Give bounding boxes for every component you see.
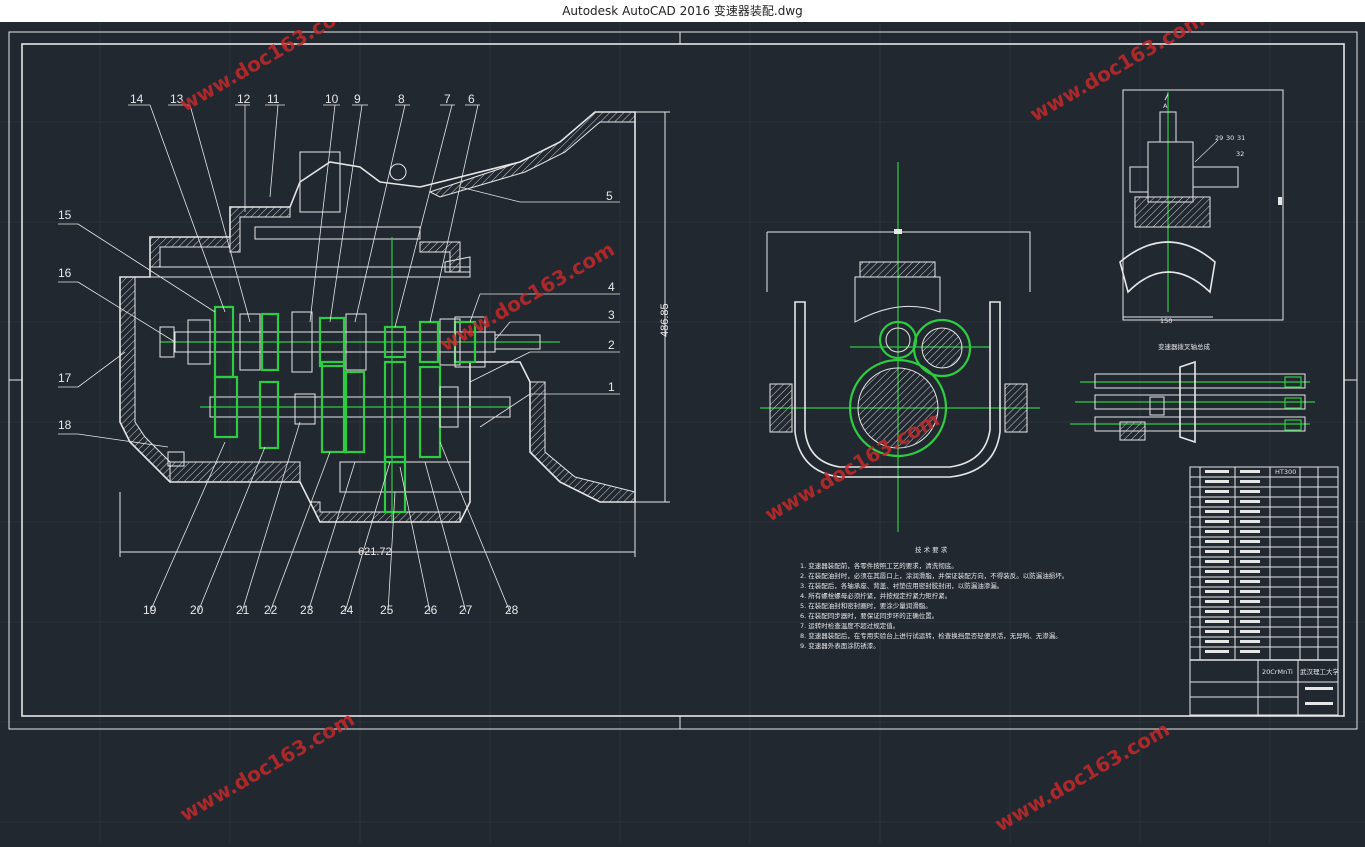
material-label: 20CrMnTi bbox=[1262, 668, 1293, 676]
part-number: 18 bbox=[58, 418, 72, 432]
part-number: 23 bbox=[300, 603, 314, 617]
fork-part-number: 32 bbox=[1236, 150, 1244, 158]
view-mark: A bbox=[1163, 102, 1168, 110]
tech-req-line: 4. 所有螺栓螺母必须拧紧，并按规定拧紧力矩拧紧。 bbox=[800, 591, 951, 600]
part-number: 24 bbox=[340, 603, 354, 617]
drawing-canvas[interactable]: 621.72 486.85 14 13 12 11 10 9 8 7 6 5 4… bbox=[0, 0, 1365, 843]
part-number: 9 bbox=[354, 92, 361, 106]
part-number: 10 bbox=[325, 92, 339, 106]
part-number: 26 bbox=[424, 603, 438, 617]
part-leaders bbox=[58, 104, 620, 613]
part-number: 1 bbox=[608, 380, 615, 394]
part-number: 6 bbox=[468, 92, 475, 106]
part-number: 22 bbox=[264, 603, 278, 617]
tech-req-line: 2. 在装配油封时，必须在其唇口上，涂润滑脂，并保证装配方向，不得装反。以防漏油… bbox=[800, 571, 1068, 580]
parts-list-table: HT300 20CrMnTi 武汉理工大学 bbox=[1189, 466, 1340, 716]
technical-requirements: 技 术 要 求 1. 变速器装配前，各零件按照工艺的要求，清洗彻底。 2. 在装… bbox=[800, 545, 1068, 650]
part-number: 14 bbox=[130, 92, 144, 106]
tech-req-title: 技 术 要 求 bbox=[915, 545, 948, 554]
side-section-view bbox=[760, 162, 1040, 532]
fork-assembly-title: 变速器拨叉轴总成 bbox=[1158, 342, 1211, 351]
parts-header-code: HT300 bbox=[1275, 468, 1296, 476]
watermark-text: www.doc163.com bbox=[1026, 22, 1209, 126]
height-dimension: 486.85 bbox=[659, 303, 671, 337]
tech-req-line: 5. 在装配油封和密封圈时，要涂少量润滑脂。 bbox=[800, 601, 932, 610]
cad-drawing: 621.72 486.85 14 13 12 11 10 9 8 7 6 5 4… bbox=[0, 0, 1365, 843]
part-number: 21 bbox=[236, 603, 250, 617]
part-number: 25 bbox=[380, 603, 394, 617]
tech-req-line: 8. 变速器装配后，在专用实验台上进行试运转，检查换挡是否轻便灵活，无异响、无渗… bbox=[800, 631, 1062, 640]
part-number: 8 bbox=[398, 92, 405, 106]
watermark-text: www.doc163.com bbox=[436, 237, 619, 357]
part-numbers: 14 13 12 11 10 9 8 7 6 5 4 3 2 1 15 16 1… bbox=[58, 92, 615, 617]
fork-part-number: 29 bbox=[1215, 134, 1223, 142]
fork-part-number: 31 bbox=[1237, 134, 1245, 142]
part-number: 2 bbox=[608, 338, 615, 352]
fork-assembly-view: A 150 29 30 31 32 变速器拨叉轴总成 bbox=[1119, 89, 1284, 351]
tech-req-line: 1. 变速器装配前，各零件按照工艺的要求，清洗彻底。 bbox=[800, 561, 958, 570]
fork-rails-view bbox=[1070, 360, 1315, 444]
sheet-border bbox=[8, 31, 1358, 730]
tech-req-line: 3. 在装配后，各轴承座、背盖、衬垫应用密封胶封闭，以防漏油渗漏。 bbox=[800, 581, 1003, 590]
fork-dim: 150 bbox=[1160, 317, 1172, 325]
part-number: 7 bbox=[444, 92, 451, 106]
fork-part-number: 30 bbox=[1226, 134, 1234, 142]
part-number: 12 bbox=[237, 92, 251, 106]
part-number: 11 bbox=[267, 92, 280, 106]
window-title-bar: Autodesk AutoCAD 2016 变速器装配.dwg bbox=[0, 0, 1365, 22]
part-number: 5 bbox=[606, 189, 613, 203]
window-title: Autodesk AutoCAD 2016 变速器装配.dwg bbox=[562, 4, 803, 18]
tech-req-line: 9. 变速器外表面涂防锈漆。 bbox=[800, 641, 880, 650]
part-number: 28 bbox=[505, 603, 519, 617]
part-number: 16 bbox=[58, 266, 72, 280]
part-number: 17 bbox=[58, 371, 72, 385]
watermark-text: www.doc163.com bbox=[991, 717, 1174, 837]
part-number: 15 bbox=[58, 208, 72, 222]
tech-req-line: 6. 在装配同步器时，要保证同步环的正确位置。 bbox=[800, 611, 938, 620]
part-number: 3 bbox=[608, 308, 615, 322]
part-number: 19 bbox=[143, 603, 157, 617]
tech-req-line: 7. 运转时检查温度不超过规定值。 bbox=[800, 621, 899, 630]
gearbox-section-view bbox=[119, 111, 636, 523]
part-number: 20 bbox=[190, 603, 204, 617]
watermark-text: www.doc163.com bbox=[176, 707, 359, 827]
part-number: 4 bbox=[608, 280, 615, 294]
school-label: 武汉理工大学 bbox=[1300, 667, 1340, 676]
part-number: 27 bbox=[459, 603, 473, 617]
